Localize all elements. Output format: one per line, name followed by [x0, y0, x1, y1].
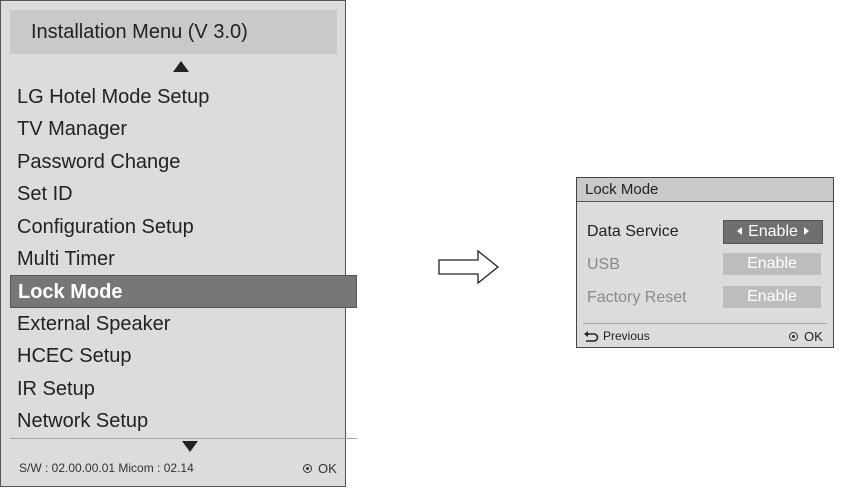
data-service-label: Data Service: [587, 223, 679, 240]
stage: Installation Menu (V 3.0) LG Hotel Mode …: [0, 0, 842, 492]
usb-value[interactable]: Enable: [723, 253, 821, 275]
ok-button-icon: [303, 464, 312, 474]
menu-item-external-speaker[interactable]: External Speaker: [10, 308, 357, 340]
previous-label: Previous: [603, 329, 650, 343]
installation-menu-title: Installation Menu (V 3.0): [10, 10, 337, 54]
lock-row-factory-reset: Factory Reset Enable: [587, 286, 823, 310]
lock-mode-divider: [583, 323, 827, 324]
data-service-selector[interactable]: Enable: [723, 220, 823, 244]
scroll-up-arrow-icon[interactable]: [173, 61, 189, 72]
menu-item-network-setup[interactable]: Network Setup: [10, 405, 357, 437]
menu-item-multi-timer[interactable]: Multi Timer: [10, 243, 357, 275]
menu-item-tv-manager[interactable]: TV Manager: [10, 113, 357, 145]
scroll-down-arrow-icon[interactable]: [182, 441, 198, 452]
installation-menu-list: LG Hotel Mode Setup TV Manager Password …: [10, 81, 357, 437]
menu-item-lg-hotel-mode-setup[interactable]: LG Hotel Mode Setup: [10, 81, 357, 113]
installation-menu: Installation Menu (V 3.0) LG Hotel Mode …: [0, 0, 357, 487]
data-service-value: Enable: [748, 223, 798, 240]
ok-label: OK: [318, 461, 337, 476]
arrow-right-icon[interactable]: [803, 226, 809, 235]
arrow-left-icon[interactable]: [737, 226, 743, 235]
lock-row-data-service: Data Service Enable: [587, 220, 823, 244]
factory-reset-label: Factory Reset: [587, 289, 687, 306]
back-arrow-icon: [584, 330, 599, 342]
menu-item-lock-mode[interactable]: Lock Mode: [10, 275, 357, 308]
lock-mode-dialog: Lock Mode Data Service Enable USB Enable…: [576, 177, 834, 348]
menu-item-ir-setup[interactable]: IR Setup: [10, 373, 357, 405]
factory-reset-value[interactable]: Enable: [723, 286, 821, 308]
lock-row-usb: USB Enable: [587, 253, 823, 277]
ok-label: OK: [804, 329, 823, 344]
menu-item-password-change[interactable]: Password Change: [10, 146, 357, 178]
previous-button[interactable]: Previous: [583, 329, 650, 343]
lock-mode-title: Lock Mode: [577, 178, 833, 202]
right-arrow-icon: [438, 249, 500, 289]
installation-ok-button[interactable]: OK: [303, 461, 337, 476]
menu-item-hcec-setup[interactable]: HCEC Setup: [10, 340, 357, 372]
menu-item-configuration-setup[interactable]: Configuration Setup: [10, 211, 357, 243]
ok-button-icon: [789, 332, 798, 342]
software-version-info: S/W : 02.00.00.01 Micom : 02.14: [19, 461, 194, 475]
lock-ok-button[interactable]: OK: [789, 329, 823, 344]
installation-menu-divider: [10, 438, 357, 439]
menu-item-set-id[interactable]: Set ID: [10, 178, 357, 210]
usb-label: USB: [587, 256, 620, 273]
